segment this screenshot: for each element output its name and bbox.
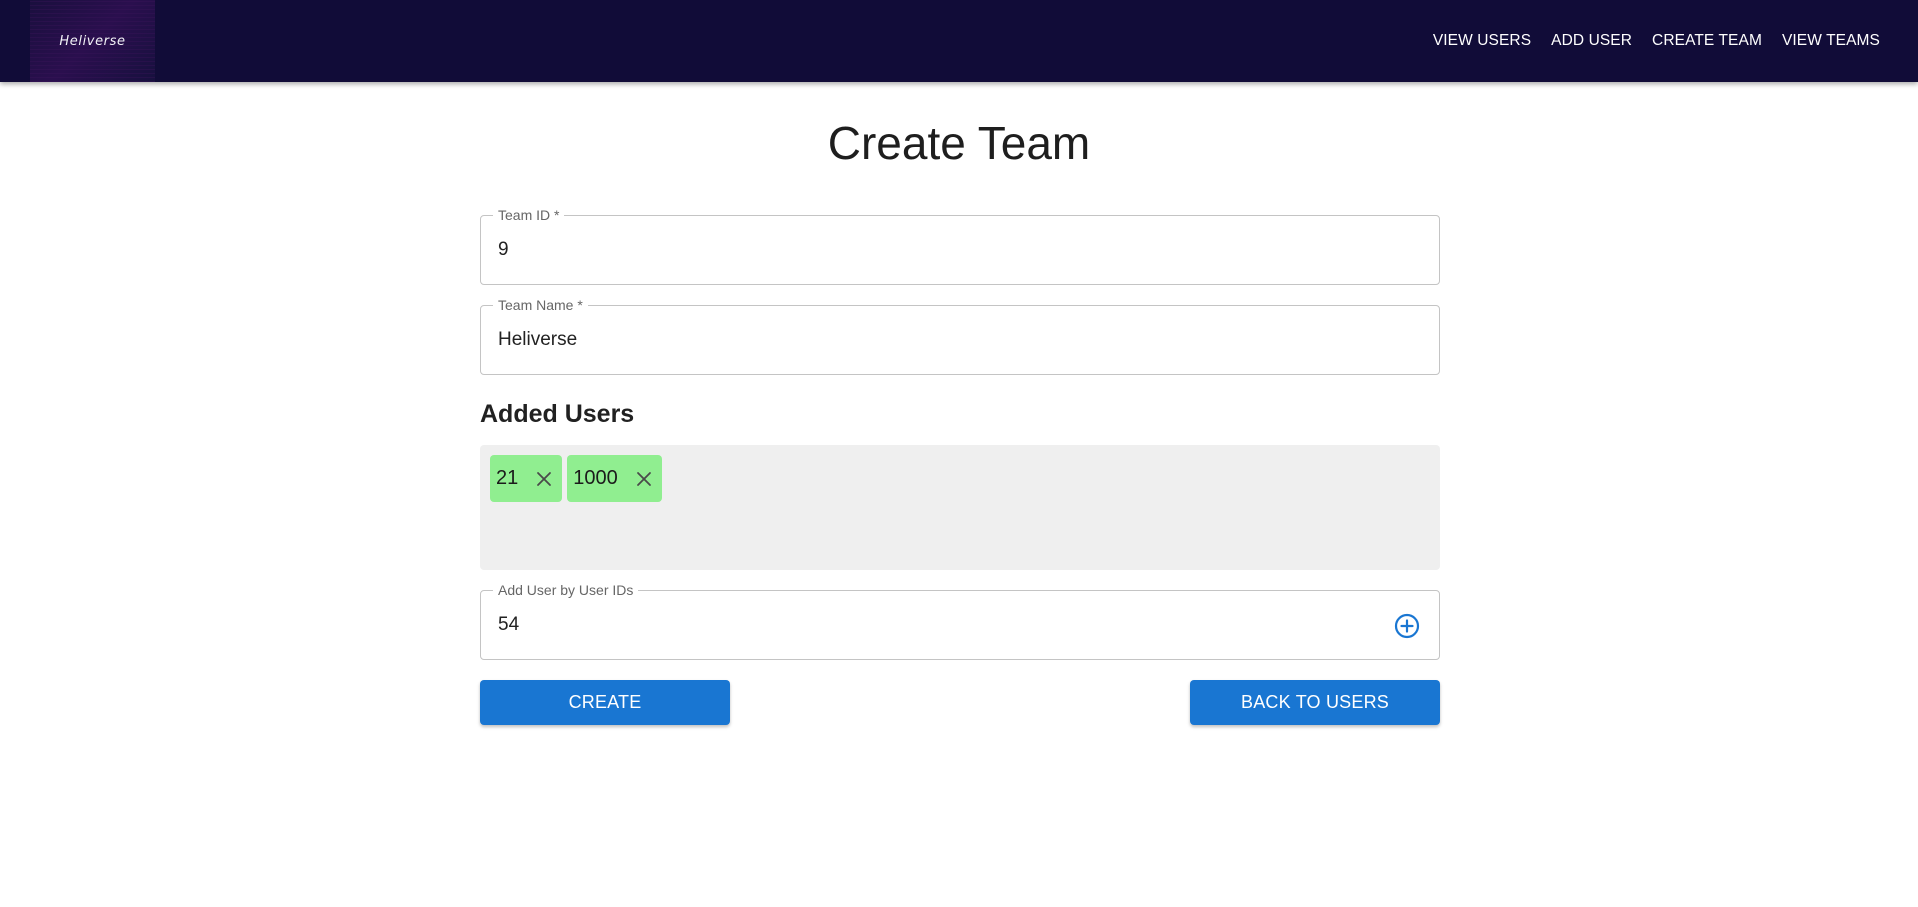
page-title: Create Team xyxy=(827,117,1091,169)
add-user-input[interactable] xyxy=(498,591,1378,659)
nav-link-view-teams[interactable]: VIEW TEAMS xyxy=(1782,32,1880,50)
create-button[interactable]: CREATE xyxy=(480,680,730,725)
nav-link-view-users[interactable]: VIEW USERS xyxy=(1433,32,1531,50)
team-name-input[interactable] xyxy=(498,306,1378,374)
user-chip-label: 21 xyxy=(496,467,519,489)
add-circle-outline-icon[interactable] xyxy=(1393,612,1421,640)
nav-links: VIEW USERS ADD USER CREATE TEAM VIEW TEA… xyxy=(1413,32,1880,50)
add-user-field: Add User by User IDs xyxy=(480,582,1440,660)
team-id-input[interactable] xyxy=(498,216,1378,284)
user-chip: 21 xyxy=(490,455,563,502)
nav-link-add-user[interactable]: ADD USER xyxy=(1551,32,1632,50)
team-name-field: Team Name * xyxy=(480,297,1440,375)
remove-user-close-icon[interactable] xyxy=(532,467,556,491)
remove-user-close-icon[interactable] xyxy=(632,467,656,491)
added-users-heading: Added Users xyxy=(480,400,635,428)
user-chip: 1000 xyxy=(567,455,662,502)
user-chip-label: 1000 xyxy=(573,467,618,489)
nav-link-create-team[interactable]: CREATE TEAM xyxy=(1652,32,1762,50)
top-navbar: Heliverse VIEW USERS ADD USER CREATE TEA… xyxy=(0,0,1918,82)
heliverse-logo[interactable]: Heliverse xyxy=(30,0,155,82)
added-users-box: 21 1000 xyxy=(480,445,1440,570)
back-to-users-button[interactable]: BACK TO USERS xyxy=(1190,680,1440,725)
logo-text: Heliverse xyxy=(59,33,126,49)
team-id-field: Team ID * xyxy=(480,207,1440,285)
